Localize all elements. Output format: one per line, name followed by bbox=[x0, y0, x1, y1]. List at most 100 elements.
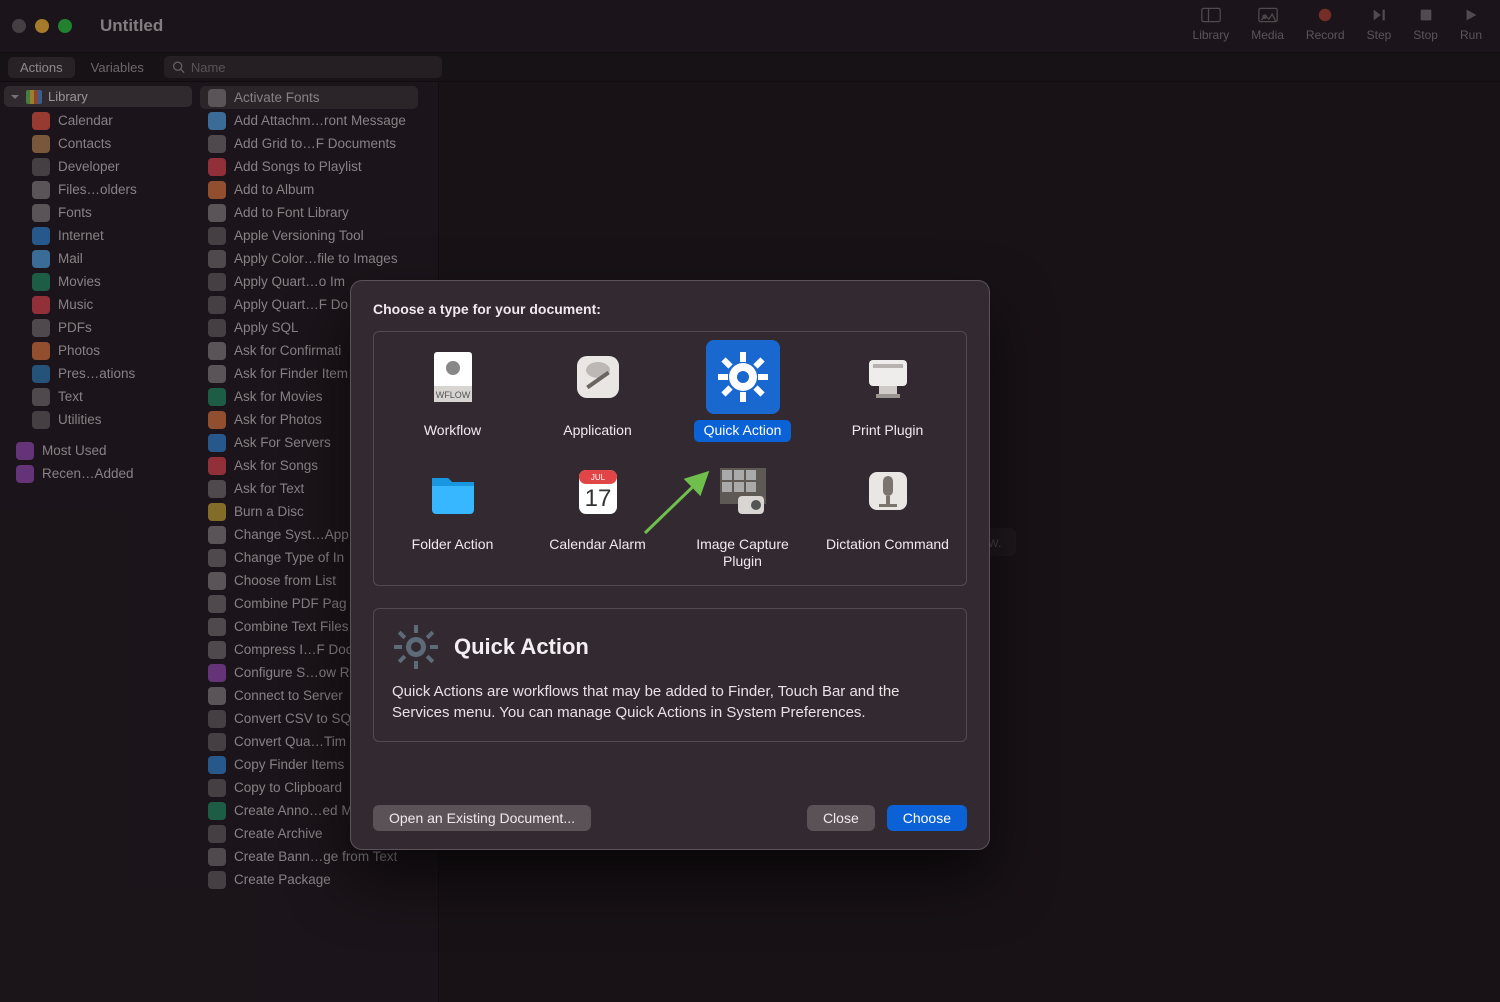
automator-window: Untitled Library Media Record Step Stop bbox=[0, 0, 1500, 1002]
stop-button[interactable]: Stop bbox=[1413, 6, 1438, 42]
show-library-button[interactable]: Library bbox=[1193, 6, 1230, 42]
step-button[interactable]: Step bbox=[1367, 6, 1392, 42]
media-icon bbox=[1257, 6, 1279, 24]
library-item[interactable]: Movies bbox=[4, 270, 192, 293]
library-item[interactable]: Contacts bbox=[4, 132, 192, 155]
smart-folder-icon bbox=[16, 465, 34, 483]
action-label: Change Type of In bbox=[234, 550, 344, 565]
library-item[interactable]: Utilities bbox=[4, 408, 192, 431]
search-input[interactable] bbox=[191, 60, 434, 75]
action-item[interactable]: Add to Font Library bbox=[200, 201, 418, 224]
doc-type-dictation-command[interactable]: Dictation Command bbox=[815, 452, 960, 579]
action-item[interactable]: Apple Versioning Tool bbox=[200, 224, 418, 247]
library-item[interactable]: Mail bbox=[4, 247, 192, 270]
action-label: Add Attachm…ront Message bbox=[234, 113, 406, 128]
category-icon bbox=[32, 411, 50, 429]
library-item-label: Recen…Added bbox=[42, 466, 134, 481]
action-icon bbox=[208, 480, 226, 498]
action-item[interactable]: Apply Color…file to Images bbox=[200, 247, 418, 270]
action-item[interactable]: Add Songs to Playlist bbox=[200, 155, 418, 178]
doc-type-quick-action[interactable]: Quick Action bbox=[670, 338, 815, 448]
variables-tab[interactable]: Variables bbox=[79, 57, 156, 78]
run-button[interactable]: Run bbox=[1460, 6, 1482, 42]
category-icon bbox=[32, 227, 50, 245]
action-label: Apply Color…file to Images bbox=[234, 251, 398, 266]
library-item[interactable]: Calendar bbox=[4, 109, 192, 132]
action-icon bbox=[208, 411, 226, 429]
record-icon bbox=[1314, 6, 1336, 24]
action-icon bbox=[208, 848, 226, 866]
run-icon bbox=[1460, 6, 1482, 24]
step-icon bbox=[1368, 6, 1390, 24]
action-icon bbox=[208, 457, 226, 475]
close-button[interactable]: Close bbox=[807, 805, 875, 831]
minimize-window-button[interactable] bbox=[35, 19, 49, 33]
doc-type-calendar-alarm[interactable]: JUL17Calendar Alarm bbox=[525, 452, 670, 579]
action-label: Ask for Movies bbox=[234, 389, 323, 404]
open-existing-button[interactable]: Open an Existing Document... bbox=[373, 805, 591, 831]
action-label: Add Grid to…F Documents bbox=[234, 136, 396, 151]
close-window-button[interactable] bbox=[12, 19, 26, 33]
library-item[interactable]: Developer bbox=[4, 155, 192, 178]
library-item-label: Internet bbox=[58, 228, 104, 243]
library-item[interactable]: PDFs bbox=[4, 316, 192, 339]
category-icon bbox=[32, 135, 50, 153]
new-document-sheet: Choose a type for your document: WFLOWWo… bbox=[350, 280, 990, 850]
action-label: Activate Fonts bbox=[234, 90, 320, 105]
category-icon bbox=[32, 365, 50, 383]
library-item[interactable]: Files…olders bbox=[4, 178, 192, 201]
library-item-label: Most Used bbox=[42, 443, 107, 458]
library-item-label: Utilities bbox=[58, 412, 102, 427]
library-smart-folder[interactable]: Most Used bbox=[4, 439, 192, 462]
doc-type-icon bbox=[714, 348, 772, 406]
library-item[interactable]: Internet bbox=[4, 224, 192, 247]
library-item-label: PDFs bbox=[58, 320, 92, 335]
action-item[interactable]: Add Attachm…ront Message bbox=[200, 109, 418, 132]
library-item-label: Movies bbox=[58, 274, 101, 289]
library-item-label: Developer bbox=[58, 159, 120, 174]
doc-type-application[interactable]: Application bbox=[525, 338, 670, 448]
doc-type-folder-action[interactable]: Folder Action bbox=[380, 452, 525, 579]
record-button[interactable]: Record bbox=[1306, 6, 1345, 42]
action-icon bbox=[208, 618, 226, 636]
library-item[interactable]: Photos bbox=[4, 339, 192, 362]
doc-type-icon bbox=[859, 462, 917, 520]
action-item[interactable]: Add to Album bbox=[200, 178, 418, 201]
actions-tab[interactable]: Actions bbox=[8, 57, 75, 78]
action-item[interactable]: Activate Fonts bbox=[200, 86, 418, 109]
action-icon bbox=[208, 89, 226, 107]
doc-type-workflow[interactable]: WFLOWWorkflow bbox=[380, 338, 525, 448]
library-header-row[interactable]: Library bbox=[4, 86, 192, 107]
action-label: Add to Font Library bbox=[234, 205, 349, 220]
library-column: Library Calendar Contacts Developer Files…o… bbox=[0, 82, 196, 1002]
search-field[interactable] bbox=[164, 56, 442, 78]
doc-type-print-plugin[interactable]: Print Plugin bbox=[815, 338, 960, 448]
action-icon bbox=[208, 250, 226, 268]
action-icon bbox=[208, 434, 226, 452]
action-label: Add to Album bbox=[234, 182, 314, 197]
choose-button[interactable]: Choose bbox=[887, 805, 967, 831]
action-label: Create Anno…ed M bbox=[234, 803, 353, 818]
action-item[interactable]: Add Grid to…F Documents bbox=[200, 132, 418, 155]
library-item[interactable]: Text bbox=[4, 385, 192, 408]
doc-type-label: Image Capture Plugin bbox=[670, 534, 815, 573]
action-icon bbox=[208, 572, 226, 590]
action-icon bbox=[208, 227, 226, 245]
action-icon bbox=[208, 273, 226, 291]
library-item[interactable]: Pres…ations bbox=[4, 362, 192, 385]
action-label: Combine PDF Pag bbox=[234, 596, 347, 611]
action-label: Burn a Disc bbox=[234, 504, 304, 519]
doc-type-image-capture-plugin[interactable]: Image Capture Plugin bbox=[670, 452, 815, 579]
library-item[interactable]: Music bbox=[4, 293, 192, 316]
show-media-button[interactable]: Media bbox=[1251, 6, 1284, 42]
svg-text:WFLOW: WFLOW bbox=[435, 390, 470, 400]
library-item-label: Calendar bbox=[58, 113, 113, 128]
action-item[interactable]: Create Package bbox=[200, 868, 418, 891]
library-smart-folder[interactable]: Recen…Added bbox=[4, 462, 192, 485]
type-description: Quick Action Quick Actions are workflows… bbox=[373, 608, 967, 742]
category-icon bbox=[32, 319, 50, 337]
category-icon bbox=[32, 181, 50, 199]
library-item[interactable]: Fonts bbox=[4, 201, 192, 224]
zoom-window-button[interactable] bbox=[58, 19, 72, 33]
action-icon bbox=[208, 365, 226, 383]
